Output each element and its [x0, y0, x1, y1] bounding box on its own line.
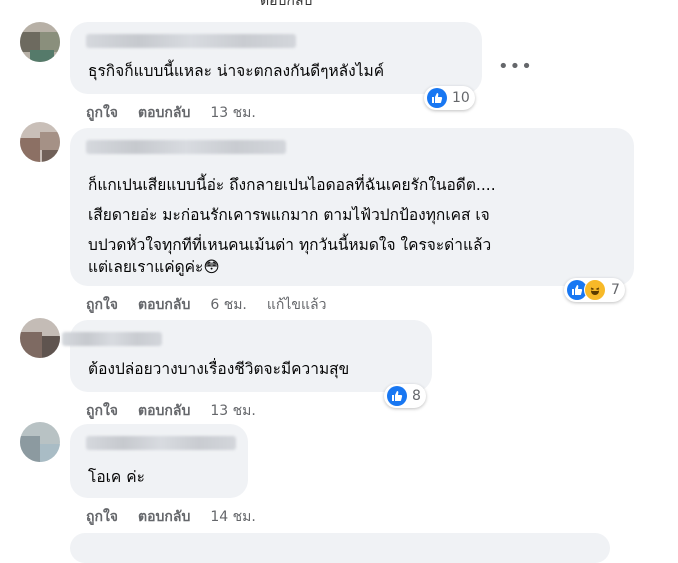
avatar[interactable]: [20, 22, 60, 62]
avatar[interactable]: [20, 422, 60, 462]
comment-bubble-partial: [70, 533, 610, 563]
timestamp[interactable]: 6 ชม.: [210, 294, 247, 316]
like-button[interactable]: ถูกใจ: [86, 294, 118, 316]
commenter-name[interactable]: [86, 140, 286, 154]
timestamp[interactable]: 13 ชม.: [210, 102, 255, 124]
comment-text-line: ก็แกเปนเสียแบบนี้อ่ะ ถึงกลายเปนไอดอลที่ฉ…: [88, 176, 496, 194]
avatar[interactable]: [20, 122, 60, 162]
thumbs-up-icon: [427, 88, 447, 108]
reply-button[interactable]: ตอบกลับ: [138, 294, 190, 316]
reaction-summary[interactable]: 8: [384, 384, 426, 408]
comment-text-line: เสียดายอ่ะ มะก่อนรักเคารพแกมาก ตามไฟ้วปก…: [88, 206, 490, 224]
comment-bubble: โอเค ค่ะ: [70, 424, 248, 498]
comment-bubble: ธุรกิจก็แบบนี้แหละ น่าจะตกลงกันดีๆหลังไม…: [70, 22, 482, 94]
reply-button[interactable]: ตอบกลับ: [138, 506, 190, 528]
reaction-count: 7: [611, 282, 620, 298]
comment-bubble: ต้องปล่อยวางบางเรื่องชีวิตจะมีความสุข: [62, 320, 432, 392]
commenter-name[interactable]: [86, 34, 296, 48]
comment-text: ธุรกิจก็แบบนี้แหละ น่าจะตกลงกันดีๆหลังไม…: [88, 62, 385, 80]
reply-button[interactable]: ตอบกลับ: [138, 102, 190, 124]
like-button[interactable]: ถูกใจ: [86, 506, 118, 528]
header-fragment: ตอบกลับ: [260, 0, 313, 9]
reply-button[interactable]: ตอบกลับ: [138, 400, 190, 422]
comment-text-line: แต่เลยเราแค่ดูค่ะ😳: [88, 258, 220, 276]
commenter-name[interactable]: [62, 332, 162, 346]
more-options-icon[interactable]: •••: [498, 56, 533, 77]
comment-text: ต้องปล่อยวางบางเรื่องชีวิตจะมีความสุข: [88, 360, 350, 378]
like-button[interactable]: ถูกใจ: [86, 400, 118, 422]
reaction-summary[interactable]: 10: [424, 86, 475, 110]
timestamp[interactable]: 14 ชม.: [210, 506, 255, 528]
like-button[interactable]: ถูกใจ: [86, 102, 118, 124]
comment-actions: ถูกใจ ตอบกลับ 13 ชม.: [86, 400, 256, 422]
comment-actions: ถูกใจ ตอบกลับ 14 ชม.: [86, 506, 256, 528]
comment-bubble: ก็แกเปนเสียแบบนี้อ่ะ ถึงกลายเปนไอดอลที่ฉ…: [70, 128, 634, 286]
reaction-summary[interactable]: 7: [564, 278, 625, 302]
comment-actions: ถูกใจ ตอบกลับ 6 ชม. แก้ไขแล้ว: [86, 294, 326, 316]
reaction-count: 10: [452, 90, 470, 106]
comment-actions: ถูกใจ ตอบกลับ 13 ชม.: [86, 102, 256, 124]
comment-text: โอเค ค่ะ: [88, 468, 145, 486]
timestamp[interactable]: 13 ชม.: [210, 400, 255, 422]
edited-label[interactable]: แก้ไขแล้ว: [267, 294, 327, 316]
reaction-count: 8: [412, 388, 421, 404]
haha-emoji-icon: [584, 279, 606, 301]
commenter-name[interactable]: [86, 436, 236, 450]
thumbs-up-icon: [387, 386, 407, 406]
avatar[interactable]: [20, 318, 60, 358]
